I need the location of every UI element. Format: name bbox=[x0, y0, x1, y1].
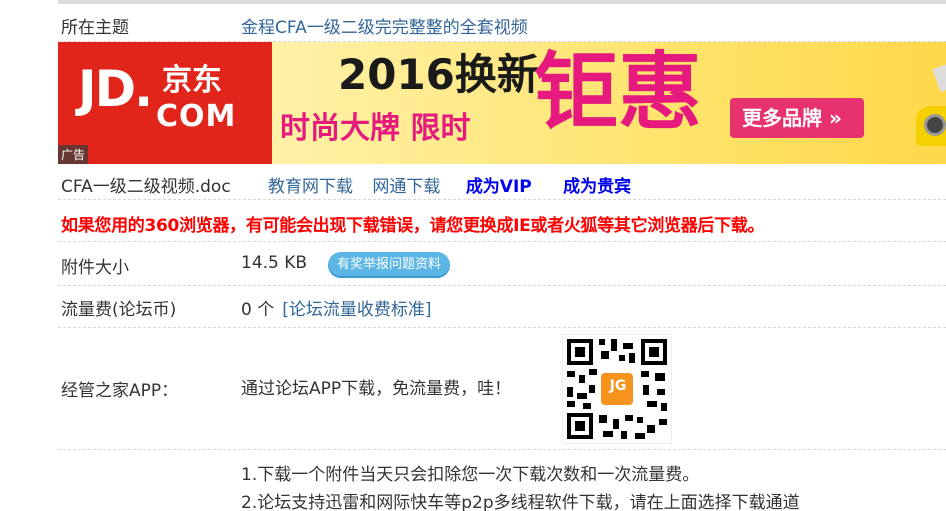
promo-panel: 2016换新 时尚大牌 限时 钜惠 更多品牌 » bbox=[272, 42, 946, 164]
browser-warning: 如果您用的360浏览器，有可能会出现下载错误，请您更换成IE或者火狐等其它浏览器… bbox=[61, 216, 765, 236]
car-image bbox=[896, 52, 946, 162]
fee-row: 流量费(论坛币) 0 个 [论坛流量收费标准] bbox=[58, 286, 946, 328]
app-label: 经管之家APP： bbox=[61, 381, 179, 401]
size-value: 14.5 KB bbox=[241, 253, 308, 273]
fee-label: 流量费(论坛币) bbox=[61, 300, 177, 320]
note-item: 2.论坛支持迅雷和网际快车等p2p多线程软件下载，请在上面选择下载通道 bbox=[241, 493, 800, 511]
file-name: CFA一级二级视频.doc bbox=[61, 177, 231, 197]
ad-tag: 广告 bbox=[58, 145, 89, 164]
jd-logo-panel: JD. 京东 COM 广告 bbox=[58, 42, 272, 164]
qr-logo-text: JG bbox=[609, 378, 627, 394]
topic-row: 所在主题 金程CFA一级二级完完整整的全套视频 bbox=[58, 4, 946, 42]
size-row: 附件大小 14.5 KB 有奖举报问题资料 bbox=[58, 242, 946, 286]
jd-cn-text: 京东 bbox=[162, 63, 222, 98]
edu-download-link[interactable]: 教育网下载 bbox=[268, 177, 353, 197]
topic-link[interactable]: 金程CFA一级二级完完整整的全套视频 bbox=[241, 13, 528, 38]
promo-big-text: 钜惠 bbox=[534, 43, 703, 141]
jd-logo: JD. bbox=[78, 60, 153, 118]
fee-value: 0 个 bbox=[241, 300, 275, 320]
fee-rule-link[interactable]: [论坛流量收费标准] bbox=[282, 300, 431, 320]
report-button[interactable]: 有奖举报问题资料 bbox=[328, 252, 451, 278]
browser-warning-row: 如果您用的360浏览器，有可能会出现下载错误，请您更换成IE或者火狐等其它浏览器… bbox=[58, 200, 946, 242]
fee-value-wrap: 0 个 [论坛流量收费标准] bbox=[241, 295, 432, 320]
app-row: 经管之家APP： 通过论坛APP下载，免流量费，哇！ JG bbox=[58, 328, 946, 450]
ad-banner[interactable]: JD. 京东 COM 广告 2016换新 时尚大牌 限时 钜惠 更多品牌 » bbox=[58, 42, 946, 164]
download-links: 教育网下载 网通下载 成为VIP 成为贵宾 bbox=[268, 172, 651, 197]
note-item: 1.下载一个附件当天只会扣除您一次下载次数和一次流量费。 bbox=[241, 465, 700, 485]
netcom-download-link[interactable]: 网通下载 bbox=[372, 177, 440, 197]
jd-com-text: COM bbox=[156, 99, 237, 134]
become-guest-link[interactable]: 成为贵宾 bbox=[563, 177, 631, 197]
size-label: 附件大小 bbox=[61, 258, 129, 278]
app-text: 通过论坛APP下载，免流量费，哇！ bbox=[241, 379, 512, 399]
more-brands-button[interactable]: 更多品牌 » bbox=[730, 98, 864, 138]
become-vip-link[interactable]: 成为VIP bbox=[466, 177, 532, 197]
promo-subline: 时尚大牌 限时 bbox=[280, 111, 471, 146]
download-notes: 1.下载一个附件当天只会扣除您一次下载次数和一次流量费。 2.论坛支持迅雷和网际… bbox=[58, 450, 946, 511]
topic-label: 所在主题 bbox=[61, 18, 129, 38]
promo-headline: 2016换新 bbox=[338, 50, 539, 99]
qr-code: JG bbox=[562, 334, 672, 444]
file-row: CFA一级二级视频.doc 教育网下载 网通下载 成为VIP 成为贵宾 bbox=[58, 164, 946, 200]
